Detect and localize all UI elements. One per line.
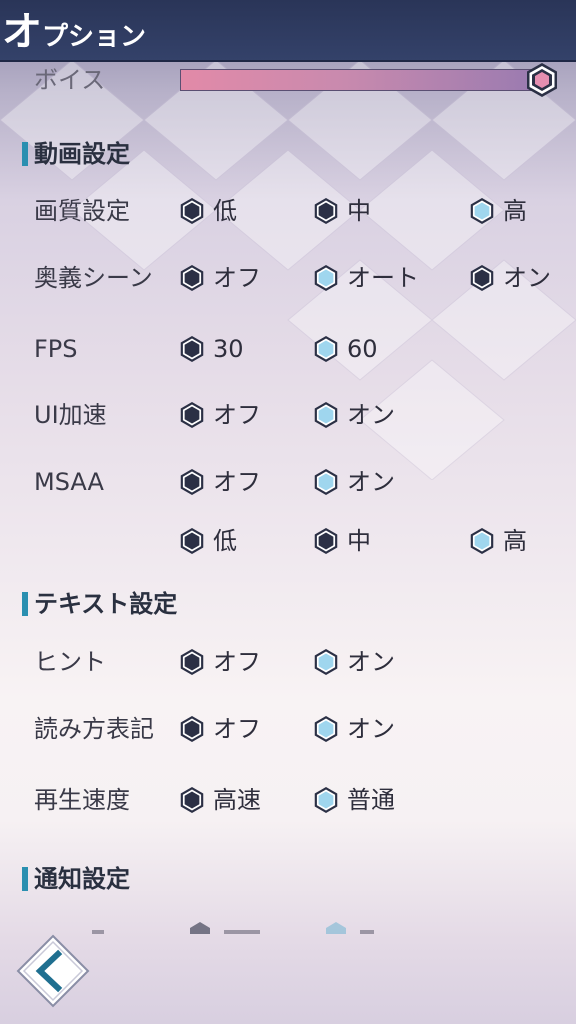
radio-option-fps-1[interactable]: 60 — [312, 331, 378, 367]
hexagon-dark-icon — [180, 716, 204, 742]
radio-option-label: オン — [503, 264, 551, 292]
hexagon-dark-icon — [180, 469, 204, 495]
hexagon-dark-icon — [180, 198, 204, 224]
hexagon-dark-icon — [470, 265, 494, 291]
radio-option-label: 30 — [213, 335, 244, 363]
hexagon-light-blue-icon — [314, 402, 338, 428]
radio-option-label: 低 — [213, 197, 237, 225]
page-title: オプション — [2, 6, 146, 66]
radio-option-label: オフ — [213, 468, 261, 496]
radio-option-label: 高 — [503, 197, 527, 225]
section-title-video: 動画設定 — [22, 137, 130, 171]
radio-option-msaa-level-0[interactable]: 低 — [178, 523, 237, 559]
section-title-notify: 通知設定 — [22, 862, 130, 896]
row-label-speed: 再生速度 — [34, 786, 130, 814]
back-button[interactable] — [16, 934, 90, 1008]
radio-option-hint-0[interactable]: オフ — [178, 644, 261, 680]
page-title-first-char: オ — [2, 9, 42, 55]
hexagon-dark-icon — [180, 787, 204, 813]
hexagon-light-blue-icon — [314, 469, 338, 495]
voice-slider-track[interactable] — [180, 69, 538, 91]
radio-option-label: オート — [347, 264, 419, 292]
hexagon-dark-icon — [180, 402, 204, 428]
hexagon-light-blue-icon — [470, 528, 494, 554]
page-title-rest: プション — [42, 22, 147, 52]
hexagon-pink-knob-icon[interactable] — [524, 62, 560, 98]
section-title-video-text: 動画設定 — [34, 140, 130, 168]
section-accent-bar — [22, 867, 28, 891]
radio-option-msaa-level-1[interactable]: 中 — [312, 523, 371, 559]
radio-option-quality-1[interactable]: 中 — [312, 193, 371, 229]
hexagon-dark-icon — [314, 528, 338, 554]
radio-option-label: 高 — [503, 527, 527, 555]
radio-option-speed-1[interactable]: 普通 — [312, 782, 395, 818]
radio-option-quality-0[interactable]: 低 — [178, 193, 237, 229]
row-label-ui-accel: UI加速 — [34, 401, 107, 429]
hexagon-light-blue-icon — [314, 716, 338, 742]
row-label-reading: 読み方表記 — [34, 715, 154, 743]
hexagon-light-blue-icon — [470, 198, 494, 224]
radio-option-fps-0[interactable]: 30 — [178, 331, 244, 367]
section-title-text: テキスト設定 — [22, 587, 177, 621]
hexagon-light-blue-icon — [314, 265, 338, 291]
voice-label: ボイス — [34, 66, 106, 94]
partial-row-fragments — [92, 922, 374, 934]
section-accent-bar — [22, 142, 28, 166]
radio-option-label: オン — [347, 715, 395, 743]
radio-option-msaa-level-2[interactable]: 高 — [468, 523, 527, 559]
radio-option-label: オフ — [213, 715, 261, 743]
radio-option-label: 高速 — [213, 786, 261, 814]
row-label-ougi: 奥義シーン — [34, 264, 153, 292]
hexagon-dark-icon — [180, 336, 204, 362]
section-title-text-text: テキスト設定 — [34, 590, 178, 618]
radio-option-label: 低 — [213, 527, 237, 555]
radio-option-label: 普通 — [347, 786, 395, 814]
hexagon-dark-icon — [180, 528, 204, 554]
hexagon-light-blue-icon — [314, 787, 338, 813]
radio-option-label: オン — [347, 401, 395, 429]
row-label-hint: ヒント — [34, 648, 106, 676]
radio-option-msaa-0[interactable]: オフ — [178, 464, 261, 500]
radio-option-speed-0[interactable]: 高速 — [178, 782, 261, 818]
hexagon-dark-icon — [314, 198, 338, 224]
radio-option-ougi-1[interactable]: オート — [312, 260, 419, 296]
radio-option-reading-1[interactable]: オン — [312, 711, 395, 747]
row-label-fps: FPS — [34, 335, 78, 363]
radio-option-label: オン — [347, 648, 395, 676]
partially-hidden-row — [0, 922, 576, 934]
header-bar: オプション — [0, 0, 576, 62]
radio-option-ougi-2[interactable]: オン — [468, 260, 551, 296]
radio-option-ui-accel-0[interactable]: オフ — [178, 397, 261, 433]
hexagon-dark-icon — [180, 649, 204, 675]
radio-option-ui-accel-1[interactable]: オン — [312, 397, 395, 433]
section-accent-bar — [22, 592, 28, 616]
radio-option-label: オン — [347, 468, 395, 496]
radio-option-label: 中 — [347, 197, 371, 225]
hexagon-dark-icon — [180, 265, 204, 291]
radio-option-msaa-1[interactable]: オン — [312, 464, 395, 500]
radio-option-reading-0[interactable]: オフ — [178, 711, 261, 747]
radio-option-label: オフ — [213, 401, 261, 429]
radio-option-ougi-0[interactable]: オフ — [178, 260, 261, 296]
radio-option-label: 60 — [347, 335, 378, 363]
row-label-quality: 画質設定 — [34, 197, 130, 225]
radio-option-label: 中 — [347, 527, 371, 555]
row-label-msaa: MSAA — [34, 468, 104, 496]
hexagon-light-blue-icon — [314, 336, 338, 362]
radio-option-label: オフ — [213, 648, 261, 676]
radio-option-hint-1[interactable]: オン — [312, 644, 395, 680]
section-title-notify-text: 通知設定 — [34, 865, 130, 893]
radio-option-label: オフ — [213, 264, 261, 292]
radio-option-quality-2[interactable]: 高 — [468, 193, 527, 229]
hexagon-light-blue-icon — [314, 649, 338, 675]
